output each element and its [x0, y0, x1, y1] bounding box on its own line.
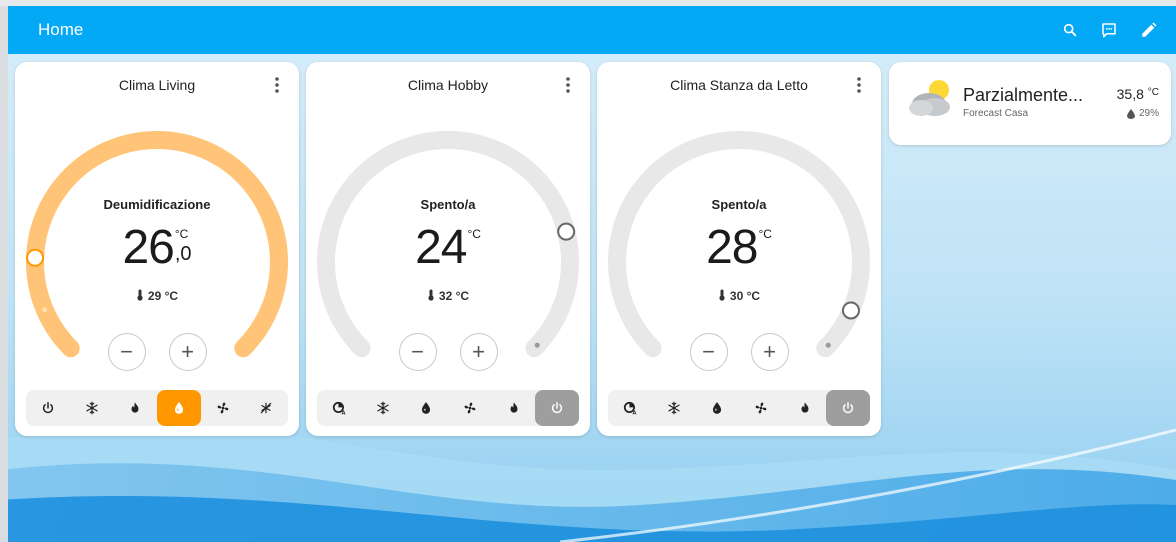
target-temp-unit: °C — [758, 227, 772, 241]
hvac-mode-flame-button[interactable] — [113, 390, 157, 426]
hvac-state: Spento/a — [420, 197, 476, 212]
hvac-mode-water-drop-button[interactable] — [157, 390, 201, 426]
hvac-mode-fan-button[interactable] — [739, 390, 783, 426]
climate-card-living: Clima Living Deumidificazione 26 °C ,0 2… — [15, 62, 299, 436]
weather-location: Forecast Casa — [963, 108, 1029, 119]
decrease-temperature-button[interactable]: − — [689, 333, 728, 371]
hvac-mode-bar: A — [317, 390, 580, 426]
power-icon — [843, 402, 854, 414]
hvac-state: Deumidificazione — [103, 197, 211, 212]
hvac-mode-water-drop-button[interactable] — [404, 390, 448, 426]
target-temperature: 28 °C — [597, 220, 881, 276]
target-temperature: 24 °C — [306, 220, 590, 276]
window-frame-left — [0, 0, 8, 542]
hvac-mode-sun-snowflake-button[interactable] — [244, 390, 288, 426]
thermometer-icon — [137, 289, 143, 301]
sun-snowflake-icon — [260, 402, 272, 414]
current-temperature: 29 °C — [15, 289, 299, 303]
hvac-mode-fan-button[interactable] — [448, 390, 492, 426]
climate-card-hobby: Clima Hobby Spento/a 24 °C 32 °C − + A — [306, 62, 590, 436]
snowflake-icon — [667, 401, 680, 415]
weather-temperature: 35,8 °C — [1116, 86, 1159, 102]
hvac-state: Spento/a — [711, 197, 767, 212]
search-icon[interactable] — [1062, 22, 1078, 38]
target-temp-decimal: ,0 — [174, 243, 192, 265]
hvac-mode-flame-button[interactable] — [783, 390, 827, 426]
gauge-handle[interactable] — [841, 301, 860, 320]
fan-icon — [755, 402, 767, 414]
target-temp-value: 24 — [415, 221, 467, 274]
target-temp-unit: °C — [174, 227, 189, 241]
top-app-bar: Home — [8, 6, 1176, 54]
fan-icon — [217, 402, 228, 414]
decrease-temperature-button[interactable]: − — [107, 333, 146, 371]
auto-icon: A — [623, 401, 637, 415]
more-options-icon[interactable] — [269, 76, 285, 94]
gauge-current-marker — [42, 307, 48, 313]
assist-icon[interactable] — [1100, 21, 1118, 39]
weather-card[interactable]: Parzialmente... Forecast Casa 35,8 °C 29… — [889, 62, 1171, 145]
climate-card-title: Clima Living — [118, 77, 196, 93]
weather-humidity: 29% — [1126, 108, 1159, 119]
hvac-mode-flame-button[interactable] — [492, 390, 536, 426]
target-temp-value: 28 — [706, 221, 758, 274]
target-temperature: 26 °C ,0 — [15, 220, 299, 276]
hvac-mode-snowflake-button[interactable] — [361, 390, 405, 426]
water-drop-icon — [422, 402, 431, 414]
svg-text:A: A — [341, 410, 346, 415]
target-temp-value: 26 — [122, 221, 174, 274]
current-temperature: 32 °C — [306, 289, 590, 303]
increase-temperature-button[interactable]: + — [168, 333, 207, 371]
hvac-mode-water-drop-button[interactable] — [695, 390, 739, 426]
increase-temperature-button[interactable]: + — [750, 333, 789, 371]
flame-icon — [801, 402, 809, 413]
edit-icon[interactable] — [1140, 21, 1158, 39]
thermometer-icon — [719, 289, 725, 301]
hvac-mode-snowflake-button[interactable] — [652, 390, 696, 426]
hvac-mode-fan-button[interactable] — [201, 390, 245, 426]
hvac-mode-snowflake-button[interactable] — [70, 390, 114, 426]
current-temperature: 30 °C — [597, 289, 881, 303]
climate-card-bedroom: Clima Stanza da Letto Spento/a 28 °C 30 … — [597, 62, 881, 436]
hvac-mode-power-button[interactable] — [535, 390, 580, 426]
water-drop-icon — [174, 402, 183, 414]
hvac-mode-bar: A — [608, 390, 871, 426]
more-options-icon[interactable] — [851, 76, 867, 94]
power-icon — [552, 402, 563, 414]
climate-card-title: Clima Hobby — [407, 77, 489, 93]
hvac-mode-auto-button[interactable]: A — [317, 390, 361, 426]
snowflake-icon — [376, 401, 389, 415]
hvac-mode-power-button[interactable] — [26, 390, 70, 426]
snowflake-icon — [85, 401, 98, 415]
thermometer-icon — [428, 289, 434, 301]
page-title: Home — [38, 20, 84, 39]
target-temp-unit: °C — [467, 227, 481, 241]
hvac-mode-power-button[interactable] — [826, 390, 871, 426]
hvac-mode-bar — [26, 390, 288, 426]
power-icon — [42, 402, 53, 414]
hvac-mode-auto-button[interactable]: A — [608, 390, 652, 426]
partly-cloudy-icon — [909, 80, 950, 116]
weather-condition: Parzialmente... — [963, 85, 1084, 105]
climate-card-title: Clima Stanza da Letto — [670, 77, 808, 93]
flame-icon — [131, 402, 139, 413]
auto-icon: A — [332, 401, 346, 415]
decrease-temperature-button[interactable]: − — [398, 333, 437, 371]
water-drop-icon — [1126, 108, 1135, 119]
flame-icon — [510, 402, 518, 413]
svg-text:A: A — [632, 410, 637, 415]
fan-icon — [464, 402, 476, 414]
increase-temperature-button[interactable]: + — [459, 333, 498, 371]
water-drop-icon — [713, 402, 722, 414]
more-options-icon[interactable] — [560, 76, 576, 94]
